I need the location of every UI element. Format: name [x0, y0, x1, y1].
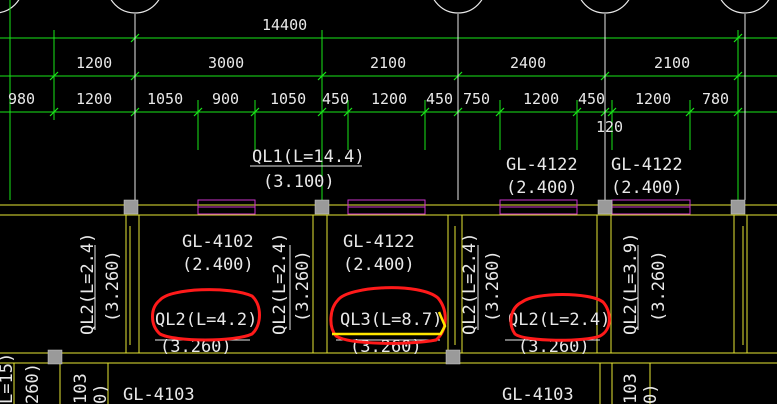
gl-4103-b: GL-4103 — [502, 385, 574, 404]
ql2-c-name: QL2(L=3.9) — [621, 233, 641, 335]
frag-0-b: 0) — [641, 384, 661, 404]
dim-r2-7: 1200 — [371, 90, 407, 108]
frag-left: L=15) — [0, 353, 17, 404]
ql2-h2-name: QL2(L=2.4) — [508, 310, 610, 330]
frag-0-a: 0) — [91, 384, 111, 404]
dim-r2-4: 900 — [212, 90, 239, 108]
ql2-c-elev: (3.260) — [649, 250, 669, 322]
ql2-left-name: QL2(L=2.4) — [78, 233, 98, 335]
dim-r1-5: 2100 — [654, 54, 690, 72]
dim-overall: 14400 — [262, 16, 307, 34]
gl-top-2-elev: (2.400) — [611, 178, 683, 198]
ql1-elev: (3.100) — [263, 172, 335, 192]
dim-r1-3: 2100 — [370, 54, 406, 72]
frag-103-b: 103 — [621, 373, 641, 404]
gl-4102-elev: (2.400) — [182, 255, 254, 275]
ql2-left-elev: (3.260) — [103, 250, 123, 322]
ql2-h1-name: QL2(L=4.2) — [155, 310, 257, 330]
dim-extra: 120 — [596, 118, 623, 136]
dim-r2-1: 980 — [8, 90, 35, 108]
dim-r2-11: 450 — [578, 90, 605, 108]
dim-r2-9: 750 — [463, 90, 490, 108]
dim-r2-5: 1050 — [270, 90, 306, 108]
dim-r2-8: 450 — [426, 90, 453, 108]
dim-r2-3: 1050 — [147, 90, 183, 108]
ql2-a-elev: (3.260) — [293, 250, 313, 322]
gl-4103-a: GL-4103 — [123, 385, 195, 404]
dim-r1-1: 1200 — [76, 54, 112, 72]
gl-4102-name: GL-4102 — [182, 232, 254, 252]
dim-r1-2: 3000 — [208, 54, 244, 72]
ql2-b-name: QL2(L=2.4) — [460, 233, 480, 335]
dim-r2-12: 1200 — [635, 90, 671, 108]
ql3-h-elev: (3.260) — [350, 337, 422, 357]
ql2-a-name: QL2(L=2.4) — [270, 233, 290, 335]
dim-r2-13: 780 — [702, 90, 729, 108]
gl-4122-mid-elev: (2.400) — [343, 255, 415, 275]
gl-4122-mid-name: GL-4122 — [343, 232, 415, 252]
ql3-h-name: QL3(L=8.7) — [340, 310, 442, 330]
dim-r2-10: 1200 — [523, 90, 559, 108]
gl-top-1-elev: (2.400) — [506, 178, 578, 198]
ql2-b-elev: (3.260) — [483, 250, 503, 322]
gl-top-1-name: GL-4122 — [506, 155, 578, 175]
dim-r2-6: 450 — [322, 90, 349, 108]
frag-left2: 260) — [23, 363, 43, 404]
cad-drawing-canvas[interactable]: 14400 1200 3000 2100 2400 2100 980 1200 … — [0, 0, 777, 404]
frag-103-a: 103 — [71, 373, 91, 404]
dim-r1-4: 2400 — [510, 54, 546, 72]
gl-top-2-name: GL-4122 — [611, 155, 683, 175]
ql1-name: QL1(L=14.4) — [252, 147, 365, 167]
dim-r2-2: 1200 — [76, 90, 112, 108]
